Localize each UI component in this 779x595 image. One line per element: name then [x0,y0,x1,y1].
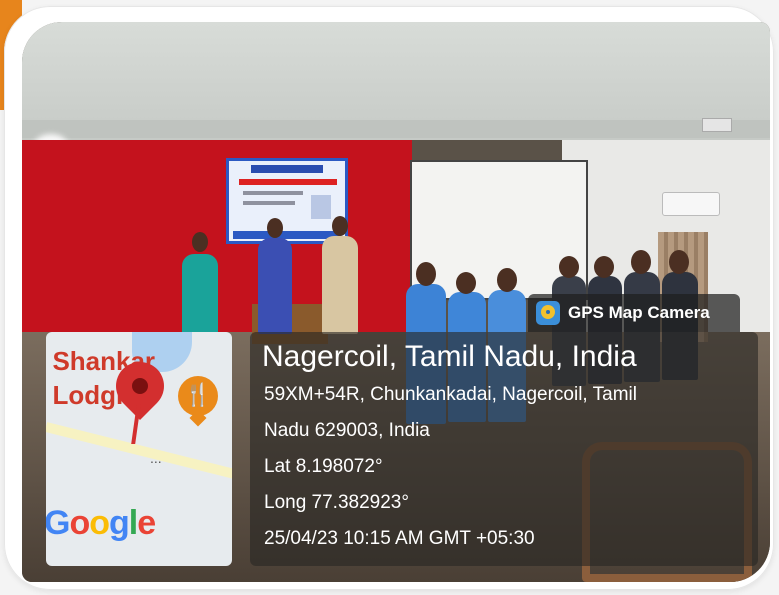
person-1 [182,254,218,344]
longitude: Long 77.382923° [264,492,409,513]
google-logo: Google [46,504,156,542]
gps-map-camera-icon [536,301,560,325]
person-2 [258,238,292,334]
student-4-head [559,256,579,278]
person-3-head [332,216,348,236]
student-3-head [497,268,517,292]
address-line-2: Nadu 629003, India [264,420,430,441]
latitude: Lat 8.198072° [264,456,383,477]
map-more: ... [150,450,162,466]
student-5-head [594,256,614,278]
address-line-1: 59XM+54R, Chunkankadai, Nagercoil, Tamil [264,384,637,405]
ceiling-beam [22,120,770,138]
app-badge-label: GPS Map Camera [568,303,710,322]
person-1-head [192,232,208,252]
person-3 [322,236,358,334]
timestamp: 25/04/23 10:15 AM GMT +05:30 [264,528,535,549]
map-thumbnail: i Shankar l Lodging 🍴 ... Google [46,332,232,566]
student-7-head [669,250,689,274]
projector [702,118,732,132]
map-road [46,422,232,486]
event-photo: i Shankar l Lodging 🍴 ... Google GPS Map… [22,22,770,582]
person-2-head [267,218,283,238]
student-6-head [631,250,651,274]
app-badge: GPS Map Camera [528,294,740,332]
student-2-head [456,272,476,294]
student-1-head [416,262,436,286]
location-title: Nagercoil, Tamil Nadu, India [262,340,637,373]
air-conditioner [662,192,720,216]
event-banner [226,158,348,244]
